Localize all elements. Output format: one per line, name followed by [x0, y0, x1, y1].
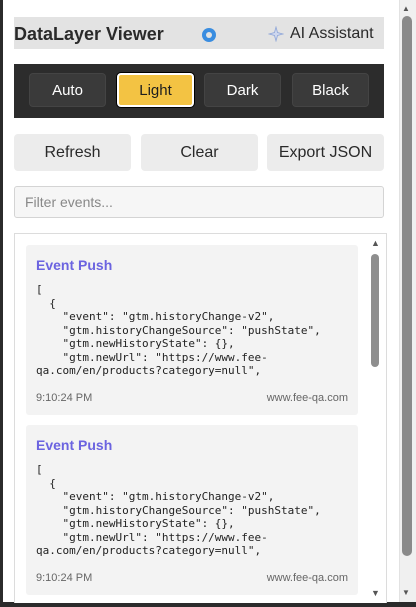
ai-assistant-button[interactable]: AI Assistant: [268, 23, 374, 45]
gear-icon[interactable]: [202, 28, 216, 42]
page-title: DataLayer Viewer: [14, 24, 164, 44]
event-list-scrollbar-thumb[interactable]: [371, 254, 379, 367]
scroll-up-icon[interactable]: ▲: [371, 238, 380, 248]
event-timestamp: 9:10:24 PM: [36, 572, 93, 584]
refresh-button[interactable]: Refresh: [14, 134, 131, 171]
theme-auto-button[interactable]: Auto: [29, 73, 106, 107]
scroll-down-icon[interactable]: ▼: [402, 588, 410, 597]
ai-assistant-label: AI Assistant: [290, 25, 374, 42]
scroll-down-icon[interactable]: ▼: [371, 588, 380, 598]
header: DataLayer Viewer AI Assistant: [14, 17, 384, 49]
window-frame-left: [0, 0, 3, 607]
event-title: Event Push: [36, 437, 113, 453]
event-domain: www.fee-qa.com: [266, 392, 348, 404]
event-json: [ { "event": "gtm.historyChange-v2", "gt…: [36, 463, 321, 557]
event-json: [ { "event": "gtm.historyChange-v2", "gt…: [36, 283, 321, 377]
event-domain: www.fee-qa.com: [266, 572, 348, 584]
export-json-button[interactable]: Export JSON: [267, 134, 384, 171]
clear-button[interactable]: Clear: [141, 134, 258, 171]
event-title: Event Push: [36, 257, 113, 273]
scroll-up-icon[interactable]: ▲: [402, 4, 410, 13]
event-card[interactable]: Event Push [ { "event": "gtm.historyChan…: [26, 425, 358, 595]
theme-dark-button[interactable]: Dark: [204, 73, 281, 107]
ai-sparkle-icon: [268, 26, 284, 42]
theme-black-button[interactable]: Black: [292, 73, 369, 107]
filter-events-input[interactable]: [14, 186, 384, 218]
event-card[interactable]: Event Push [ { "event": "gtm.historyChan…: [26, 245, 358, 415]
event-list: Event Push [ { "event": "gtm.historyChan…: [14, 233, 387, 603]
theme-light-button[interactable]: Light: [117, 73, 194, 107]
theme-selector: Auto Light Dark Black: [14, 64, 384, 118]
window-scrollbar-thumb[interactable]: [402, 16, 412, 556]
event-timestamp: 9:10:24 PM: [36, 392, 93, 404]
